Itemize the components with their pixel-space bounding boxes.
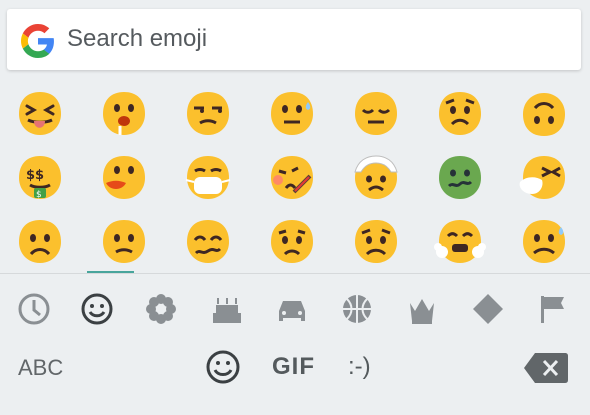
google-logo-icon <box>21 24 54 58</box>
anguished-emoji[interactable] <box>518 216 570 268</box>
squinting-tongue-emoji[interactable] <box>14 88 66 140</box>
symbols-icon[interactable] <box>468 289 508 329</box>
travel-icon[interactable] <box>272 289 312 329</box>
backspace-button[interactable] <box>523 351 569 385</box>
nauseated-emoji[interactable] <box>434 152 486 204</box>
slightly-frowning-emoji[interactable] <box>98 216 150 268</box>
frowning-emoji[interactable] <box>14 216 66 268</box>
smiley-icon <box>206 350 240 384</box>
tongue-out-emoji[interactable] <box>98 152 150 204</box>
smileys-icon[interactable] <box>77 289 117 329</box>
unamused-emoji[interactable] <box>182 88 234 140</box>
flags-icon[interactable] <box>532 289 572 329</box>
emoji-grid: $$ $ <box>0 82 590 270</box>
backspace-icon <box>524 353 568 383</box>
worried-emoji[interactable] <box>434 88 486 140</box>
gif-mode-button[interactable]: GIF <box>272 353 315 381</box>
upside-down-emoji[interactable] <box>518 88 570 140</box>
steaming-emoji[interactable] <box>434 216 486 268</box>
divider <box>0 273 590 274</box>
head-bandage-emoji[interactable] <box>350 152 402 204</box>
nature-icon[interactable] <box>141 289 181 329</box>
svg-text:$: $ <box>36 190 42 200</box>
search-bar[interactable]: Search emoji <box>7 9 581 70</box>
sneezing-emoji[interactable] <box>518 152 570 204</box>
worried-face-emoji[interactable] <box>350 216 402 268</box>
emoticon-mode-button[interactable]: :-) <box>348 353 371 381</box>
relieved-emoji[interactable] <box>350 88 402 140</box>
drooling-emoji[interactable] <box>98 88 150 140</box>
money-mouth-emoji[interactable]: $$ $ <box>14 152 66 204</box>
recent-icon[interactable] <box>14 289 54 329</box>
abc-keyboard-button[interactable]: ABC <box>18 355 63 381</box>
activity-icon[interactable] <box>337 289 377 329</box>
emoji-mode-button[interactable] <box>203 347 243 387</box>
food-icon[interactable] <box>207 289 247 329</box>
objects-icon[interactable] <box>402 289 442 329</box>
thermometer-emoji[interactable] <box>266 152 318 204</box>
confounded-emoji[interactable] <box>182 216 234 268</box>
svg-text:$$: $$ <box>26 168 44 183</box>
search-input[interactable]: Search emoji <box>67 24 207 54</box>
neutral-sweat-emoji[interactable] <box>266 88 318 140</box>
medical-mask-emoji[interactable] <box>182 152 234 204</box>
sad-emoji[interactable] <box>266 216 318 268</box>
